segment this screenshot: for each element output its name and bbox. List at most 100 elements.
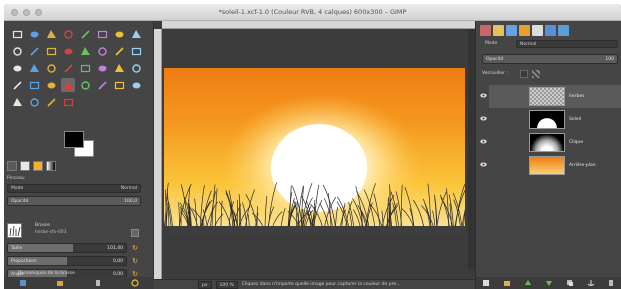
ink-icon[interactable] [78,78,92,92]
visibility-eye-icon[interactable] [480,93,487,98]
toolbox-bottom-bar: Dynamiques de la brosse [4,271,154,289]
text-icon[interactable] [95,61,109,75]
fuzzy-select-icon[interactable] [61,27,75,41]
device-status-tab-icon[interactable] [20,161,30,171]
opacity-slider[interactable]: Opacité 100,0 [7,196,141,206]
paths-icon[interactable] [129,27,143,41]
cage-icon[interactable] [61,61,75,75]
move-icon[interactable] [61,44,75,58]
image-canvas[interactable] [164,68,465,234]
zoom-icon[interactable] [27,44,41,58]
duplicate-layer-icon[interactable] [566,279,574,287]
rotate-icon[interactable] [112,44,126,58]
delete-options-icon[interactable] [94,279,102,287]
size-reset-icon[interactable]: ↻ [131,244,139,252]
layer-opacity-slider[interactable]: Opacité 100 [482,54,618,64]
layers-tab-icon[interactable] [532,25,543,36]
document-history-tab-icon[interactable] [519,25,530,36]
blend-icon[interactable] [129,61,143,75]
unit-select[interactable]: px [198,280,212,289]
layer-mode-select[interactable]: Normal [516,40,618,48]
bucket-fill-icon[interactable] [112,61,126,75]
channels-tab-icon[interactable] [545,25,556,36]
visibility-eye-icon[interactable] [480,116,487,121]
color-select-icon[interactable] [78,27,92,41]
layer-row[interactable]: herbes [480,85,621,108]
layer-name: herbes [569,94,585,99]
crop-icon[interactable] [95,44,109,58]
lock-alpha-icon[interactable] [532,70,540,78]
color-picker-icon[interactable] [10,44,24,58]
dodge-icon[interactable] [44,95,58,109]
free-select-icon[interactable] [44,27,58,41]
warp-icon[interactable] [78,61,92,75]
restore-options-icon[interactable] [56,279,64,287]
perspective-clone-icon[interactable] [129,78,143,92]
rect-select-icon[interactable] [10,27,24,41]
brushes-tab-icon[interactable] [480,25,491,36]
lower-layer-icon[interactable] [545,279,553,287]
layer-thumbnail[interactable] [529,156,565,175]
layer-row[interactable]: Arrière-plan [480,154,621,177]
mode-select[interactable]: Mode Normal [7,184,141,193]
layer-row[interactable]: Clique [480,131,621,154]
layer-thumbnail[interactable] [529,87,565,106]
align-icon[interactable] [78,44,92,58]
visibility-eye-icon[interactable] [480,162,487,167]
zoom-select[interactable]: 100 % [215,280,238,289]
layer-thumbnail[interactable] [529,133,565,152]
clone-icon[interactable] [95,78,109,92]
patterns-tab-icon[interactable] [493,25,504,36]
ellipse-select-icon[interactable] [27,27,41,41]
vertical-ruler[interactable] [154,29,162,281]
heal-icon[interactable] [112,78,126,92]
reset-options-icon[interactable] [131,279,139,287]
aspect-reset-icon[interactable]: ↻ [131,257,139,265]
airbrush-icon[interactable] [61,78,75,92]
visibility-eye-icon[interactable] [480,139,487,144]
layer-thumbnail[interactable] [529,110,565,129]
options-tabs [7,161,56,171]
images-tab-icon[interactable] [46,161,56,171]
measure-icon[interactable] [44,44,58,58]
tool-options-tab-icon[interactable] [7,161,17,171]
pencil-icon[interactable] [10,78,24,92]
smudge-icon[interactable] [27,95,41,109]
brush-edit-icon[interactable] [131,229,139,237]
layer-opacity-label: Opacité [486,57,504,62]
blur-icon[interactable] [10,95,24,109]
tool-grid [10,27,145,112]
layer-row[interactable]: Soleil [480,108,621,131]
scale-icon[interactable] [129,44,143,58]
delete-layer-icon[interactable] [607,279,615,287]
burn-icon[interactable] [61,95,75,109]
aspect-slider[interactable]: Proportions 0,00 [7,256,127,266]
paths-tab-icon[interactable] [558,25,569,36]
grass-blade [455,184,465,229]
brush-selector[interactable]: Brosse herbe-sfx-003 [7,220,141,241]
raise-layer-icon[interactable] [524,279,532,287]
save-options-icon[interactable] [19,279,27,287]
scissors-icon[interactable] [95,27,109,41]
paintbrush-icon[interactable] [27,78,41,92]
perspective-icon[interactable] [27,61,41,75]
size-slider[interactable]: Taille 101,40 [7,243,127,253]
flip-icon[interactable] [44,61,58,75]
fonts-tab-icon[interactable] [506,25,517,36]
status-bar: px 100 % Cliquez dans n'importe quelle i… [154,279,475,289]
undo-history-tab-icon[interactable] [33,161,43,171]
horizontal-ruler[interactable] [162,21,475,29]
foreground-select-icon[interactable] [112,27,126,41]
new-layer-group-icon[interactable] [503,279,511,287]
anchor-layer-icon[interactable] [587,279,595,287]
mode-value: Normal [120,186,137,191]
vertical-scrollbar[interactable] [468,29,475,269]
new-layer-icon[interactable] [482,279,490,287]
shear-icon[interactable] [10,61,24,75]
foreground-color-swatch[interactable] [64,131,84,148]
eraser-icon[interactable] [44,78,58,92]
canvas-area: px 100 % Cliquez dans n'importe quelle i… [154,21,475,289]
grass-blade [178,202,180,229]
brush-preview[interactable] [7,223,22,238]
lock-pixels-icon[interactable] [520,70,528,78]
